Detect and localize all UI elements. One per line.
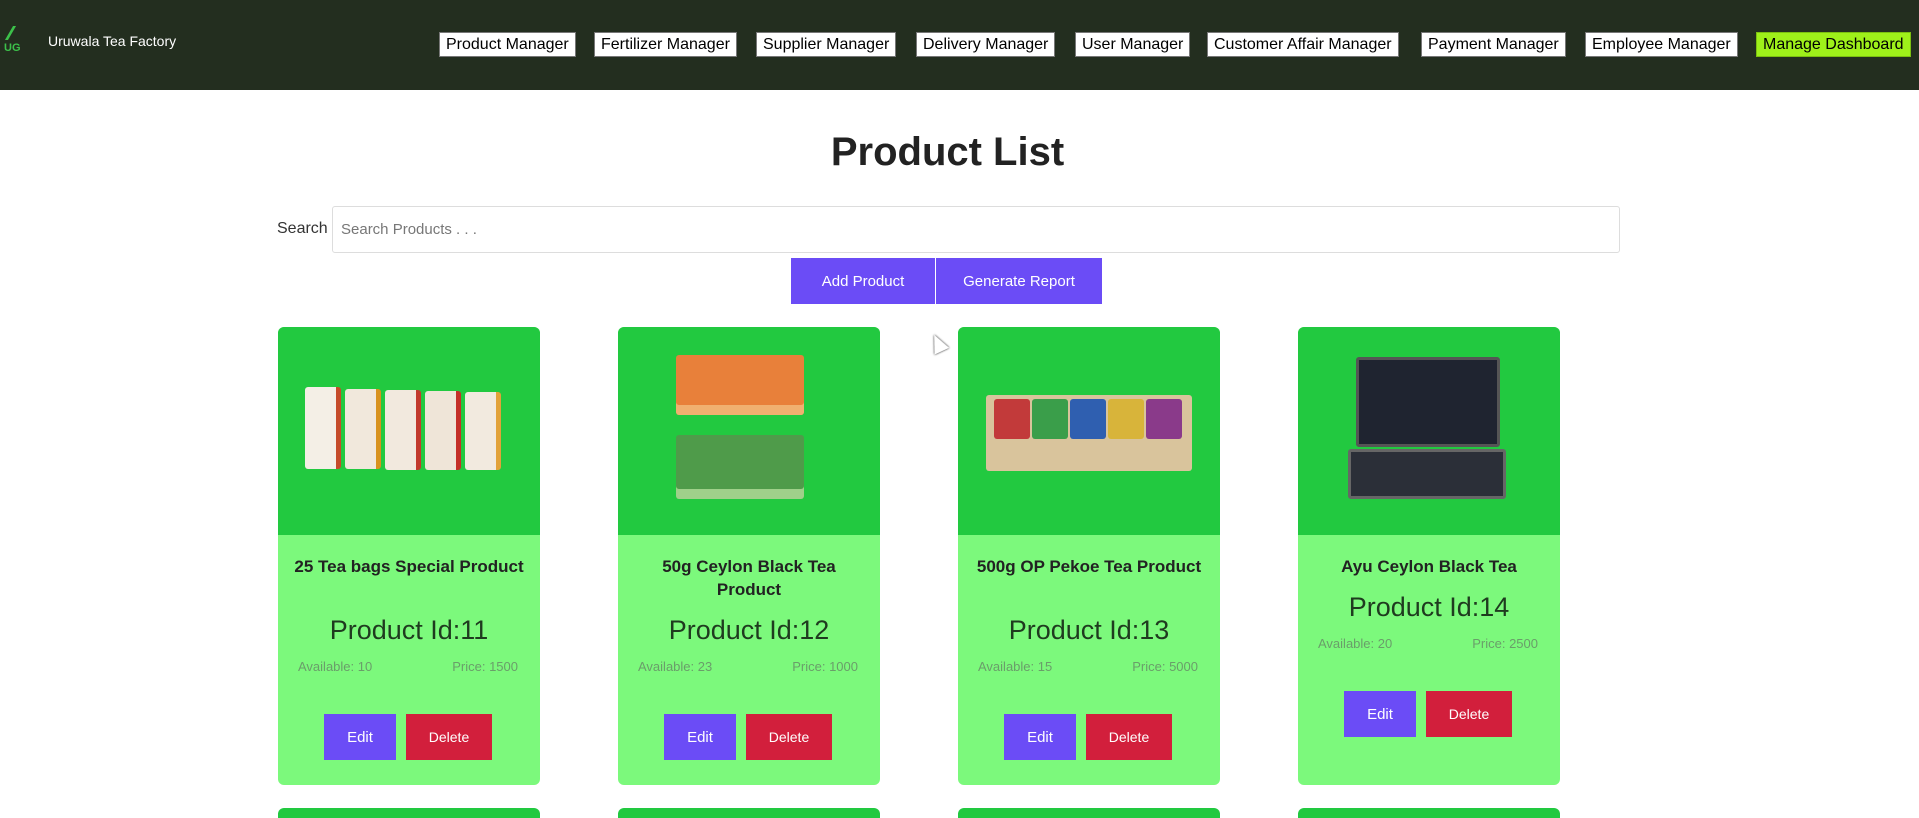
product-name: 50g Ceylon Black Tea Product <box>662 557 836 599</box>
product-price: Price: 5000 <box>1132 659 1198 674</box>
product-image <box>958 327 1220 535</box>
product-available: Available: 10 <box>298 659 373 674</box>
product-id: Product Id:11 <box>329 615 489 645</box>
nav-payment-manager[interactable]: Payment Manager <box>1421 32 1566 57</box>
mouse-cursor-icon <box>926 331 950 355</box>
nav-product-manager[interactable]: Product Manager <box>439 32 576 57</box>
product-image <box>1298 327 1560 535</box>
factory-logo-icon: UG <box>0 26 24 60</box>
edit-button[interactable]: Edit <box>1004 714 1076 760</box>
product-card: 50g Ceylon Black Tea Product Product Id:… <box>618 327 880 785</box>
generate-report-button[interactable]: Generate Report <box>936 258 1102 304</box>
product-available: Available: 15 <box>978 659 1053 674</box>
product-card: 25 Tea bags Special Product Product Id:1… <box>278 327 540 785</box>
product-id: Product Id:12 <box>668 615 830 645</box>
product-price: Price: 1500 <box>452 659 518 674</box>
product-name: 500g OP Pekoe Tea Product <box>976 557 1202 576</box>
product-card-partial <box>278 808 540 818</box>
product-card: 500g OP Pekoe Tea Product Product Id:13 … <box>958 327 1220 785</box>
edit-button[interactable]: Edit <box>1344 691 1416 737</box>
product-card-partial <box>958 808 1220 818</box>
search-input[interactable] <box>332 206 1620 253</box>
product-card: Ayu Ceylon Black Tea Product Id:14 Avail… <box>1298 327 1560 785</box>
product-image <box>618 327 880 535</box>
nav-fertilizer-manager[interactable]: Fertilizer Manager <box>594 32 737 57</box>
product-id: Product Id:14 <box>1348 592 1510 622</box>
add-product-button[interactable]: Add Product <box>791 258 935 304</box>
product-image <box>278 327 540 535</box>
product-name: Ayu Ceylon Black Tea <box>1341 557 1517 576</box>
delete-button[interactable]: Delete <box>1426 691 1512 737</box>
nav-customer-affair-manager[interactable]: Customer Affair Manager <box>1207 32 1399 57</box>
product-price: Price: 1000 <box>792 659 858 674</box>
product-price: Price: 2500 <box>1472 636 1538 651</box>
delete-button[interactable]: Delete <box>1086 714 1172 760</box>
nav-supplier-manager[interactable]: Supplier Manager <box>756 32 897 57</box>
delete-button[interactable]: Delete <box>406 714 492 760</box>
nav-user-manager[interactable]: User Manager <box>1075 32 1191 57</box>
top-navbar: UG Uruwala Tea Factory Product Manager F… <box>0 0 1919 90</box>
edit-button[interactable]: Edit <box>324 714 396 760</box>
nav-manage-dashboard[interactable]: Manage Dashboard <box>1756 32 1911 57</box>
product-available: Available: 20 <box>1318 636 1393 651</box>
edit-button[interactable]: Edit <box>664 714 736 760</box>
product-id: Product Id:13 <box>1008 615 1170 645</box>
search-label: Search <box>277 220 328 237</box>
product-card-partial <box>618 808 880 818</box>
brand-name: Uruwala Tea Factory <box>48 33 177 49</box>
nav-employee-manager[interactable]: Employee Manager <box>1585 32 1738 57</box>
delete-button[interactable]: Delete <box>746 714 832 760</box>
page-title: Product List <box>830 130 1065 174</box>
product-card-partial <box>1298 808 1560 818</box>
product-available: Available: 23 <box>638 659 713 674</box>
product-name: 25 Tea bags Special Product <box>294 557 524 576</box>
nav-delivery-manager[interactable]: Delivery Manager <box>916 32 1056 57</box>
